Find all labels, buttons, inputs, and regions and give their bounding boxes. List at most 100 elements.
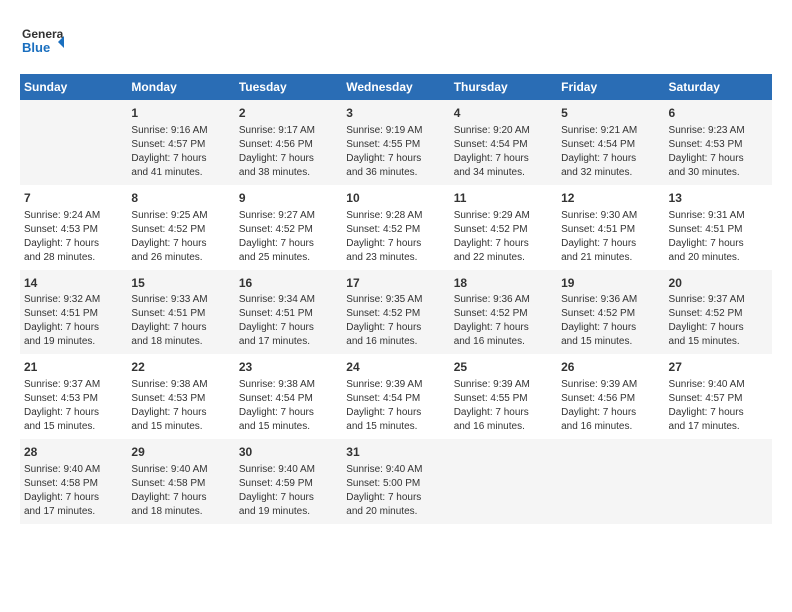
- day-number: 9: [239, 190, 338, 207]
- day-info: Sunrise: 9:32 AM Sunset: 4:51 PM Dayligh…: [24, 293, 123, 349]
- column-header-monday: Monday: [127, 74, 234, 100]
- logo: General Blue: [20, 20, 64, 64]
- calendar-cell: 13 Sunrise: 9:31 AM Sunset: 4:51 PM Dayli…: [665, 185, 772, 270]
- calendar-cell: 23 Sunrise: 9:38 AM Sunset: 4:54 PM Dayli…: [235, 354, 342, 439]
- calendar-cell: 15Sunrise: 9:33 AM Sunset: 4:51 PM Dayli…: [127, 270, 234, 355]
- calendar-cell: 12 Sunrise: 9:30 AM Sunset: 4:51 PM Dayli…: [557, 185, 664, 270]
- day-number: 15: [131, 275, 230, 292]
- calendar-cell: 3 Sunrise: 9:19 AM Sunset: 4:55 PM Daylig…: [342, 100, 449, 185]
- day-number: 23: [239, 359, 338, 376]
- day-info: Sunrise: 9:38 AM Sunset: 4:54 PM Dayligh…: [239, 378, 338, 434]
- day-info: Sunrise: 9:40 AM Sunset: 4:57 PM Dayligh…: [669, 378, 768, 434]
- day-info: Sunrise: 9:40 AM Sunset: 5:00 PM Dayligh…: [346, 463, 445, 519]
- day-number: 18: [454, 275, 553, 292]
- day-number: 17: [346, 275, 445, 292]
- day-info: Sunrise: 9:39 AM Sunset: 4:55 PM Dayligh…: [454, 378, 553, 434]
- calendar-cell: 30Sunrise: 9:40 AM Sunset: 4:59 PM Dayli…: [235, 439, 342, 524]
- column-header-saturday: Saturday: [665, 74, 772, 100]
- svg-text:General: General: [22, 27, 64, 41]
- calendar-cell: 31 Sunrise: 9:40 AM Sunset: 5:00 PM Dayli…: [342, 439, 449, 524]
- column-header-wednesday: Wednesday: [342, 74, 449, 100]
- calendar-cell: 14Sunrise: 9:32 AM Sunset: 4:51 PM Dayli…: [20, 270, 127, 355]
- day-number: 19: [561, 275, 660, 292]
- day-number: 25: [454, 359, 553, 376]
- calendar-cell: 25 Sunrise: 9:39 AM Sunset: 4:55 PM Dayli…: [450, 354, 557, 439]
- day-number: 2: [239, 105, 338, 122]
- day-info: Sunrise: 9:29 AM Sunset: 4:52 PM Dayligh…: [454, 209, 553, 265]
- column-header-sunday: Sunday: [20, 74, 127, 100]
- calendar-cell: 8 Sunrise: 9:25 AM Sunset: 4:52 PM Daylig…: [127, 185, 234, 270]
- calendar-week-row: 21Sunrise: 9:37 AM Sunset: 4:53 PM Dayli…: [20, 354, 772, 439]
- day-info: Sunrise: 9:16 AM Sunset: 4:57 PM Dayligh…: [131, 124, 230, 180]
- calendar-cell: [20, 100, 127, 185]
- calendar-week-row: 1Sunrise: 9:16 AM Sunset: 4:57 PM Daylig…: [20, 100, 772, 185]
- day-info: Sunrise: 9:34 AM Sunset: 4:51 PM Dayligh…: [239, 293, 338, 349]
- column-header-friday: Friday: [557, 74, 664, 100]
- day-info: Sunrise: 9:23 AM Sunset: 4:53 PM Dayligh…: [669, 124, 768, 180]
- calendar-cell: 5Sunrise: 9:21 AM Sunset: 4:54 PM Daylig…: [557, 100, 664, 185]
- day-number: 13: [669, 190, 768, 207]
- calendar-cell: 2 Sunrise: 9:17 AM Sunset: 4:56 PM Daylig…: [235, 100, 342, 185]
- calendar-cell: [450, 439, 557, 524]
- day-number: 14: [24, 275, 123, 292]
- calendar-cell: 9 Sunrise: 9:27 AM Sunset: 4:52 PM Daylig…: [235, 185, 342, 270]
- day-info: Sunrise: 9:40 AM Sunset: 4:58 PM Dayligh…: [131, 463, 230, 519]
- calendar-cell: 28 Sunrise: 9:40 AM Sunset: 4:58 PM Dayli…: [20, 439, 127, 524]
- column-header-thursday: Thursday: [450, 74, 557, 100]
- day-info: Sunrise: 9:30 AM Sunset: 4:51 PM Dayligh…: [561, 209, 660, 265]
- day-number: 8: [131, 190, 230, 207]
- day-info: Sunrise: 9:33 AM Sunset: 4:51 PM Dayligh…: [131, 293, 230, 349]
- calendar-cell: 24Sunrise: 9:39 AM Sunset: 4:54 PM Dayli…: [342, 354, 449, 439]
- day-info: Sunrise: 9:25 AM Sunset: 4:52 PM Dayligh…: [131, 209, 230, 265]
- day-number: 11: [454, 190, 553, 207]
- day-number: 7: [24, 190, 123, 207]
- day-info: Sunrise: 9:36 AM Sunset: 4:52 PM Dayligh…: [561, 293, 660, 349]
- day-info: Sunrise: 9:20 AM Sunset: 4:54 PM Dayligh…: [454, 124, 553, 180]
- day-info: Sunrise: 9:39 AM Sunset: 4:56 PM Dayligh…: [561, 378, 660, 434]
- day-number: 6: [669, 105, 768, 122]
- day-number: 16: [239, 275, 338, 292]
- day-number: 31: [346, 444, 445, 461]
- day-number: 3: [346, 105, 445, 122]
- day-info: Sunrise: 9:19 AM Sunset: 4:55 PM Dayligh…: [346, 124, 445, 180]
- calendar-week-row: 14Sunrise: 9:32 AM Sunset: 4:51 PM Dayli…: [20, 270, 772, 355]
- day-number: 12: [561, 190, 660, 207]
- day-number: 5: [561, 105, 660, 122]
- calendar-week-row: 7 Sunrise: 9:24 AM Sunset: 4:53 PM Daylig…: [20, 185, 772, 270]
- day-info: Sunrise: 9:27 AM Sunset: 4:52 PM Dayligh…: [239, 209, 338, 265]
- day-info: Sunrise: 9:35 AM Sunset: 4:52 PM Dayligh…: [346, 293, 445, 349]
- day-number: 20: [669, 275, 768, 292]
- day-number: 24: [346, 359, 445, 376]
- day-info: Sunrise: 9:38 AM Sunset: 4:53 PM Dayligh…: [131, 378, 230, 434]
- day-info: Sunrise: 9:36 AM Sunset: 4:52 PM Dayligh…: [454, 293, 553, 349]
- day-info: Sunrise: 9:37 AM Sunset: 4:52 PM Dayligh…: [669, 293, 768, 349]
- day-number: 10: [346, 190, 445, 207]
- page-header: General Blue: [20, 20, 772, 64]
- day-number: 4: [454, 105, 553, 122]
- calendar-cell: 20Sunrise: 9:37 AM Sunset: 4:52 PM Dayli…: [665, 270, 772, 355]
- calendar-cell: 18Sunrise: 9:36 AM Sunset: 4:52 PM Dayli…: [450, 270, 557, 355]
- day-info: Sunrise: 9:17 AM Sunset: 4:56 PM Dayligh…: [239, 124, 338, 180]
- day-info: Sunrise: 9:40 AM Sunset: 4:59 PM Dayligh…: [239, 463, 338, 519]
- column-header-tuesday: Tuesday: [235, 74, 342, 100]
- calendar-header-row: SundayMondayTuesdayWednesdayThursdayFrid…: [20, 74, 772, 100]
- day-number: 28: [24, 444, 123, 461]
- day-info: Sunrise: 9:28 AM Sunset: 4:52 PM Dayligh…: [346, 209, 445, 265]
- day-info: Sunrise: 9:31 AM Sunset: 4:51 PM Dayligh…: [669, 209, 768, 265]
- day-info: Sunrise: 9:40 AM Sunset: 4:58 PM Dayligh…: [24, 463, 123, 519]
- calendar-cell: 17Sunrise: 9:35 AM Sunset: 4:52 PM Dayli…: [342, 270, 449, 355]
- calendar-cell: 4 Sunrise: 9:20 AM Sunset: 4:54 PM Daylig…: [450, 100, 557, 185]
- day-number: 27: [669, 359, 768, 376]
- day-number: 26: [561, 359, 660, 376]
- calendar-cell: 10 Sunrise: 9:28 AM Sunset: 4:52 PM Dayli…: [342, 185, 449, 270]
- calendar-cell: 11 Sunrise: 9:29 AM Sunset: 4:52 PM Dayli…: [450, 185, 557, 270]
- calendar-week-row: 28 Sunrise: 9:40 AM Sunset: 4:58 PM Dayli…: [20, 439, 772, 524]
- calendar-cell: 19Sunrise: 9:36 AM Sunset: 4:52 PM Dayli…: [557, 270, 664, 355]
- calendar-cell: 1Sunrise: 9:16 AM Sunset: 4:57 PM Daylig…: [127, 100, 234, 185]
- calendar-cell: 7 Sunrise: 9:24 AM Sunset: 4:53 PM Daylig…: [20, 185, 127, 270]
- calendar-cell: 22Sunrise: 9:38 AM Sunset: 4:53 PM Dayli…: [127, 354, 234, 439]
- logo-svg: General Blue: [20, 20, 64, 64]
- calendar-cell: 26 Sunrise: 9:39 AM Sunset: 4:56 PM Dayli…: [557, 354, 664, 439]
- day-info: Sunrise: 9:24 AM Sunset: 4:53 PM Dayligh…: [24, 209, 123, 265]
- day-number: 29: [131, 444, 230, 461]
